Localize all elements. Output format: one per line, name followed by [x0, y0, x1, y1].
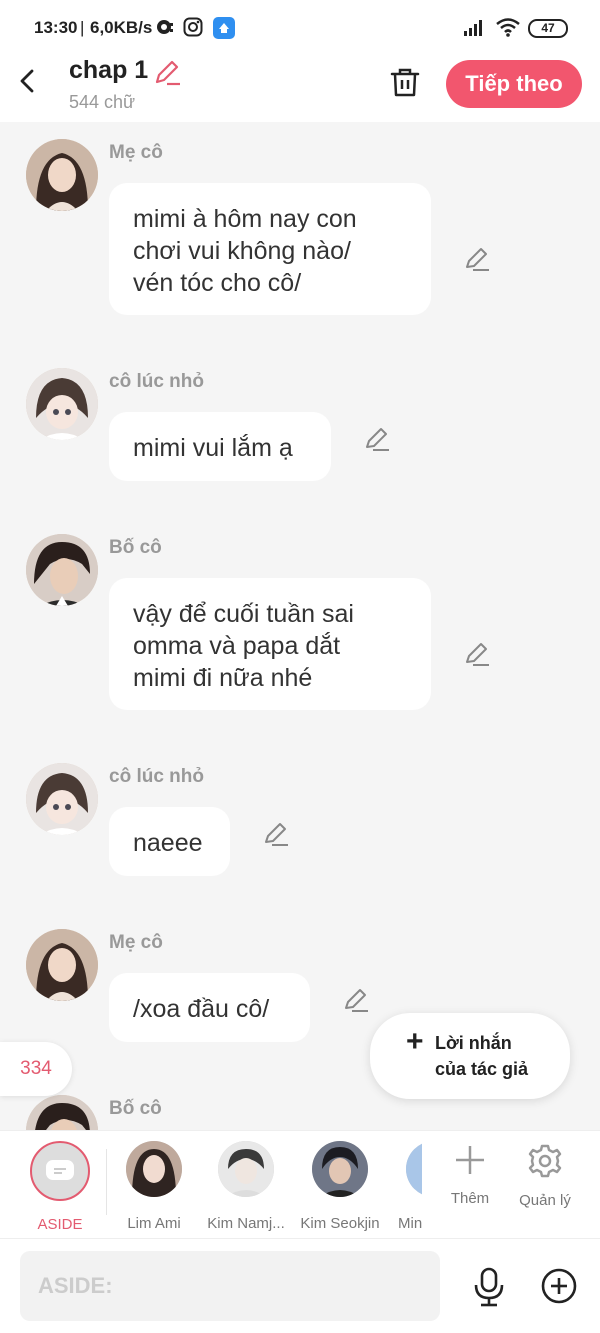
avatar[interactable]	[26, 139, 98, 211]
character-aside[interactable]: ASIDE	[14, 1141, 106, 1233]
avatar	[218, 1141, 274, 1197]
next-button[interactable]: Tiếp theo	[446, 60, 582, 108]
notification-dot-icon	[157, 20, 173, 34]
speaker-name: cô lúc nhỏ	[109, 371, 204, 392]
character-bar: ASIDE Lim Ami Kim Namj... Kim Seokjin Mi…	[0, 1130, 600, 1238]
battery-indicator: 47	[528, 19, 568, 38]
character-kim-seokjin[interactable]: Kim Seokjin	[294, 1141, 386, 1232]
message-count-badge[interactable]: 334	[0, 1042, 72, 1096]
app-notification-icon	[213, 17, 235, 39]
speaker-name: Mẹ cô	[109, 142, 163, 163]
avatar[interactable]	[26, 763, 98, 835]
avatar	[126, 1141, 182, 1197]
instagram-icon	[183, 17, 203, 37]
wifi-icon	[496, 18, 520, 37]
message-bubble[interactable]: mimi vui lắm ạ	[109, 412, 331, 481]
edit-message-icon[interactable]	[463, 640, 491, 668]
message-bubble[interactable]: mimi à hôm nay con chơi vui không nào/ v…	[109, 183, 431, 315]
word-count: 544 chữ	[69, 92, 136, 112]
aside-avatar	[30, 1141, 90, 1201]
message-input[interactable]	[20, 1251, 440, 1321]
avatar[interactable]	[26, 534, 98, 606]
status-net-speed: 6,0KB/s	[90, 18, 153, 37]
input-bar	[0, 1238, 600, 1333]
avatar[interactable]	[26, 368, 98, 440]
edit-message-icon[interactable]	[262, 820, 290, 848]
message-bubble[interactable]: vậy để cuối tuần sai omma và papa dắt mi…	[109, 578, 431, 710]
edit-message-icon[interactable]	[463, 245, 491, 273]
gear-icon	[528, 1144, 562, 1178]
message-bubble[interactable]: naeee	[109, 807, 230, 876]
speaker-name: Bố cô	[109, 1098, 162, 1119]
back-arrow-icon[interactable]	[14, 66, 44, 96]
divider	[106, 1149, 107, 1215]
speaker-name: Bố cô	[109, 537, 162, 558]
editor-header: chap 1 544 chữ Tiếp theo	[0, 56, 600, 122]
manage-button[interactable]: Quản lý	[510, 1143, 580, 1209]
trash-icon[interactable]	[389, 66, 421, 98]
edit-message-icon[interactable]	[342, 986, 370, 1014]
add-character-button[interactable]: Thêm	[435, 1143, 505, 1207]
plus-icon	[456, 1146, 484, 1174]
plus-icon: +	[406, 1025, 424, 1058]
add-circle-icon[interactable]	[540, 1267, 578, 1305]
avatar[interactable]	[26, 929, 98, 1001]
speaker-name: cô lúc nhỏ	[109, 766, 204, 787]
avatar	[312, 1141, 368, 1197]
chat-area[interactable]: Mẹ cô mimi à hôm nay con chơi vui không …	[0, 122, 600, 1130]
avatar	[406, 1141, 422, 1197]
avatar[interactable]	[26, 1095, 98, 1130]
chapter-title: chap 1	[69, 56, 149, 84]
message-bubble[interactable]: /xoa đầu cô/	[109, 973, 310, 1042]
edit-title-icon[interactable]	[153, 58, 181, 86]
status-separator: |	[80, 18, 85, 37]
status-time: 13:30	[34, 18, 78, 37]
edit-message-icon[interactable]	[363, 425, 391, 453]
signal-icon	[464, 20, 482, 36]
author-note-button[interactable]: + Lời nhắn của tác giả	[370, 1013, 570, 1099]
character-lim-ami[interactable]: Lim Ami	[108, 1141, 200, 1232]
character-min[interactable]: Min	[388, 1141, 422, 1232]
status-bar: 13:30 | 6,0KB/s 47	[0, 0, 600, 56]
microphone-icon[interactable]	[472, 1267, 506, 1307]
speaker-name: Mẹ cô	[109, 932, 163, 953]
character-kim-namjoon[interactable]: Kim Namj...	[200, 1141, 292, 1232]
chat-bubble-icon	[46, 1160, 74, 1180]
